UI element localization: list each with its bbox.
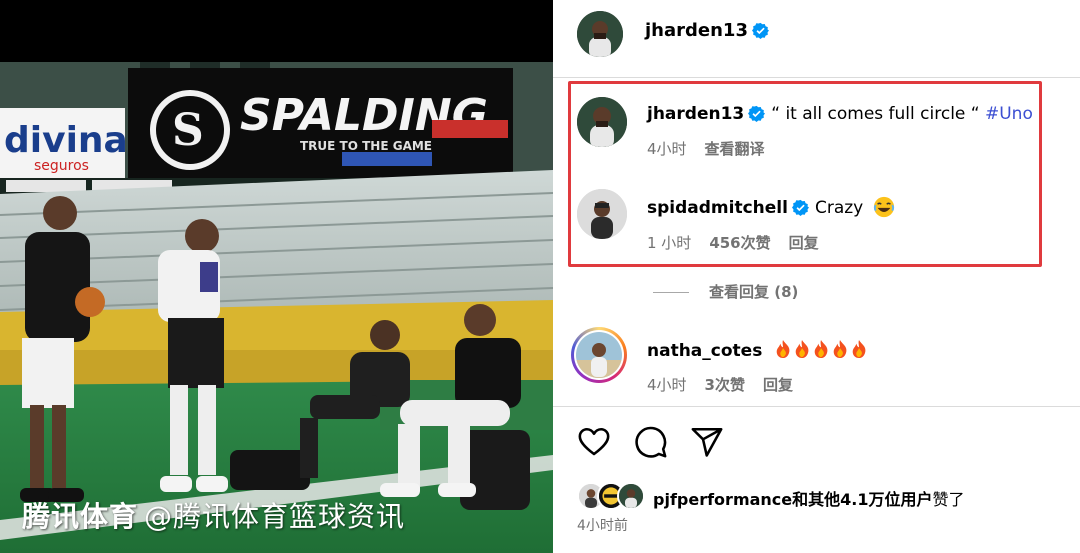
- post-author-name[interactable]: jharden13: [645, 20, 748, 41]
- reply-button[interactable]: 回复: [763, 376, 793, 394]
- verified-badge-icon: [751, 22, 769, 39]
- send-icon[interactable]: [690, 425, 724, 459]
- comment-body: natha_cotes: [647, 339, 869, 361]
- comment-username[interactable]: spidadmitchell: [647, 198, 788, 218]
- comment-likes[interactable]: 3次赞: [705, 376, 745, 394]
- post-side-panel: jharden13 jharden13 “ it all comes full c…: [553, 0, 1080, 553]
- fire-emojis: [774, 340, 869, 361]
- likes-count[interactable]: 和其他4.1万位用户: [792, 490, 932, 509]
- left-sign-sub: seguros: [34, 158, 89, 174]
- comment-avatar[interactable]: [577, 97, 627, 147]
- comment-meta: 4小时 3次赞 回复: [647, 374, 811, 395]
- banner-logo-s: S: [172, 105, 204, 156]
- likes-suffix: 赞了: [932, 490, 965, 509]
- liker-avatar: [617, 482, 645, 510]
- comment-avatar: [576, 332, 622, 378]
- comment-time: 4小时: [647, 376, 687, 394]
- story-ring-avatar[interactable]: [571, 327, 627, 383]
- post-author[interactable]: jharden13: [645, 20, 769, 41]
- reply-button[interactable]: 回复: [789, 234, 819, 252]
- hashtag-link[interactable]: #Uno: [985, 104, 1033, 124]
- fire-emoji-icon: [776, 340, 790, 358]
- left-sign-brand: divina: [4, 120, 128, 161]
- avatar-image: [576, 332, 622, 378]
- fire-emoji-icon: [833, 340, 847, 358]
- fire-emoji-icon: [795, 340, 809, 358]
- comment-time: 1 小时: [647, 234, 692, 252]
- comment-text: “ it all comes full circle “: [771, 104, 980, 124]
- banner-tagline: TRUE TO THE GAME: [300, 139, 432, 153]
- first-liker[interactable]: pjfperformance: [653, 490, 792, 509]
- fire-emoji-icon: [814, 340, 828, 358]
- comment-meta: 4小时 查看翻译: [647, 138, 783, 159]
- comment-likes[interactable]: 456次赞: [709, 234, 770, 252]
- basketball-court-scene: S SPALDING TRUE TO THE GAME divina segur…: [0, 0, 553, 553]
- comment-meta: 1 小时 456次赞 回复: [647, 232, 837, 253]
- post-photo[interactable]: S SPALDING TRUE TO THE GAME divina segur…: [0, 0, 553, 553]
- likes-summary[interactable]: pjfperformance和其他4.1万位用户赞了: [653, 486, 965, 510]
- translate-button[interactable]: 查看翻译: [705, 140, 765, 158]
- actions-divider: [553, 406, 1080, 407]
- fire-emoji-icon: [852, 340, 866, 358]
- comment-time: 4小时: [647, 140, 687, 158]
- view-replies-button[interactable]: 查看回复 (8): [653, 281, 798, 302]
- watermark-handle: @腾讯体育篮球资讯: [144, 500, 406, 533]
- comment-avatar[interactable]: [577, 189, 627, 239]
- verified-badge-icon: [748, 105, 766, 122]
- replies-divider: [653, 292, 689, 293]
- heart-icon[interactable]: [577, 425, 611, 459]
- avatar-image: [577, 189, 627, 239]
- comment-text: Crazy: [814, 198, 864, 218]
- laughing-emoji-icon: [873, 196, 894, 218]
- avatar-image: [577, 11, 623, 57]
- comment-icon[interactable]: [634, 425, 668, 459]
- avatar-image: [577, 97, 627, 147]
- watermark-brand: 腾讯体育: [22, 500, 139, 533]
- post-timestamp: 4小时前: [577, 518, 628, 534]
- watermark: 腾讯体育 @腾讯体育篮球资讯: [22, 495, 405, 535]
- liker-avatars[interactable]: [577, 482, 647, 512]
- comment-body: spidadmitchell Crazy: [647, 196, 895, 218]
- comment-username[interactable]: natha_cotes: [647, 341, 762, 361]
- comment-username[interactable]: jharden13: [647, 104, 744, 124]
- view-replies-label[interactable]: 查看回复 (8): [709, 283, 798, 301]
- author-avatar[interactable]: [577, 11, 623, 57]
- header-divider: [553, 77, 1080, 78]
- comment-body: jharden13 “ it all comes full circle “ #U…: [647, 104, 1033, 124]
- verified-badge-icon: [791, 199, 809, 216]
